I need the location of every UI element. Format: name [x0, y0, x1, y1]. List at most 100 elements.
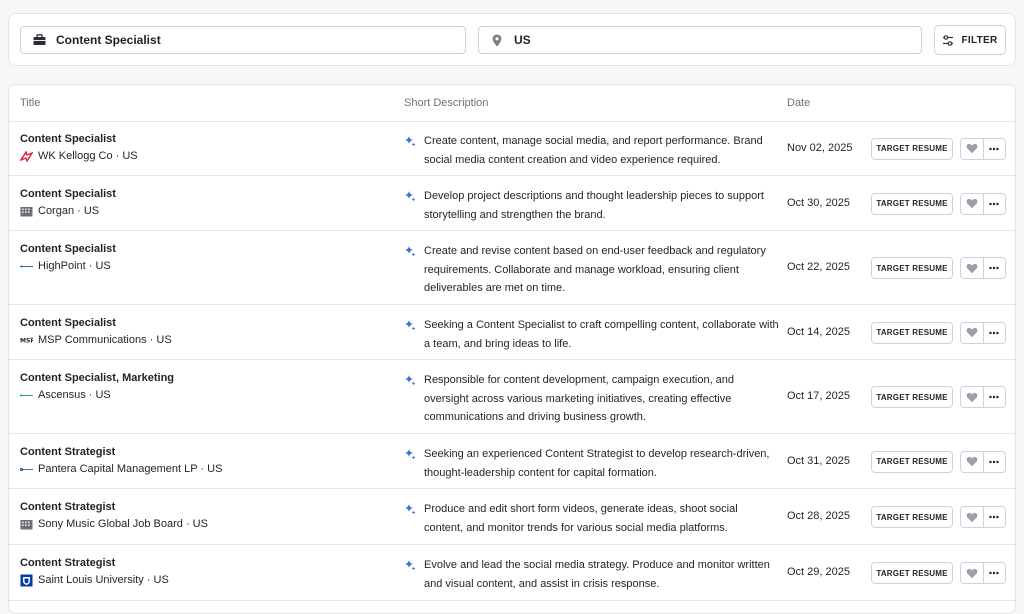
company-line: Ascensus · US [20, 389, 111, 401]
short-description: Develop project descriptions and thought… [424, 190, 764, 221]
briefcase-icon [32, 33, 46, 47]
target-resume-button[interactable]: TARGET RESUME [871, 506, 953, 528]
table-row[interactable]: Content Specialist HighPoint · US Create a… [9, 231, 1015, 305]
target-resume-button[interactable]: TARGET RESUME [871, 257, 953, 279]
job-title[interactable]: Content Specialist [20, 188, 116, 200]
heart-icon[interactable] [961, 138, 984, 159]
table-row[interactable]: Content Strategist Saint Louis University… [9, 545, 1015, 601]
heart-icon[interactable] [961, 387, 984, 407]
slu-logo [20, 574, 33, 586]
table-row[interactable]: Content Specialist, Marketing Ascensus · … [9, 360, 1015, 434]
posted-date: Oct 14, 2025 [787, 325, 850, 338]
header-date: Date [787, 97, 811, 109]
posted-date: Oct 31, 2025 [787, 454, 850, 467]
filter-button[interactable]: FILTER [934, 25, 1006, 55]
msp-logo: MSP [20, 335, 33, 346]
row-actions [960, 562, 1006, 584]
company-line: Pantera Capital Management LP · US [20, 463, 222, 475]
company-line: WK Kellogg Co · US [20, 150, 138, 162]
job-title[interactable]: Content Specialist, Marketing [20, 372, 174, 384]
company-line: Saint Louis University · US [20, 574, 169, 586]
ai-sparkle-icon [404, 447, 416, 460]
company-name: Pantera Capital Management LP · US [38, 463, 223, 475]
table-row[interactable]: Content Specialist Corgan · US Develop pro… [9, 176, 1015, 231]
job-title[interactable]: Content Strategist [20, 501, 115, 513]
short-description: Produce and edit short form videos, gene… [424, 503, 738, 534]
ai-sparkle-icon [404, 373, 416, 386]
posted-date: Oct 28, 2025 [787, 510, 850, 522]
job-title-input[interactable] [56, 33, 412, 47]
more-options-icon[interactable] [984, 387, 1006, 407]
more-options-icon[interactable] [984, 139, 1006, 159]
location-pin-icon [490, 33, 504, 47]
row-actions [960, 450, 1006, 473]
table-header: Title Short Description Date [9, 85, 1015, 122]
posted-date: Oct 29, 2025 [787, 566, 850, 578]
company-name: Ascensus · US [38, 389, 111, 401]
ai-sparkle-icon [404, 558, 416, 571]
company-line: HighPoint · US [20, 260, 111, 272]
sliders-icon [942, 34, 954, 46]
job-title-field[interactable] [20, 26, 466, 54]
heart-icon[interactable] [961, 451, 984, 472]
target-resume-button[interactable]: TARGET RESUME [871, 192, 953, 215]
header-title: Title [20, 97, 41, 109]
heart-icon[interactable] [961, 258, 984, 278]
ascensus-logo [20, 390, 33, 401]
row-actions [960, 321, 1006, 344]
highpoint-logo [20, 261, 33, 272]
company-name: WK Kellogg Co · US [38, 150, 138, 162]
target-resume-button[interactable]: TARGET RESUME [871, 137, 953, 160]
ai-sparkle-icon [404, 502, 416, 515]
short-description: Responsible for content development, cam… [424, 374, 735, 423]
more-options-icon[interactable] [984, 507, 1006, 527]
more-options-icon[interactable] [984, 258, 1006, 278]
company-line: Sony Music Global Job Board · US [20, 518, 208, 530]
header-description: Short Description [404, 97, 489, 109]
short-description: Evolve and lead the social media strateg… [424, 559, 770, 590]
job-title[interactable]: Content Specialist [20, 243, 116, 255]
location-field[interactable] [478, 26, 922, 54]
job-title[interactable]: Content Strategist [20, 446, 115, 458]
posted-date: Oct 30, 2025 [787, 196, 850, 209]
ai-sparkle-icon [404, 244, 416, 257]
job-title[interactable]: Content Strategist [20, 557, 115, 569]
location-input[interactable] [514, 33, 868, 47]
target-resume-button[interactable]: TARGET RESUME [871, 386, 953, 408]
heart-icon[interactable] [961, 507, 984, 527]
more-options-icon[interactable] [984, 194, 1006, 214]
short-description: Seeking a Content Specialist to craft co… [424, 319, 779, 350]
more-options-icon[interactable] [984, 452, 1006, 472]
target-resume-button[interactable]: TARGET RESUME [871, 562, 953, 584]
job-title[interactable]: Content Specialist [20, 133, 116, 145]
more-options-icon[interactable] [984, 323, 1006, 343]
table-row[interactable]: Content Specialist WK Kellogg Co · US Crea… [9, 121, 1015, 176]
table-row[interactable]: Content Strategist Sony Music Global Job … [9, 489, 1015, 545]
target-resume-button[interactable]: TARGET RESUME [871, 321, 953, 344]
results-table: Title Short Description Date Content Spe… [8, 84, 1016, 614]
company-line: Corgan · US [20, 205, 99, 217]
heart-icon[interactable] [961, 322, 984, 343]
target-resume-button[interactable]: TARGET RESUME [871, 450, 953, 473]
row-actions [960, 192, 1006, 215]
posted-date: Nov 02, 2025 [787, 141, 853, 154]
building-logo [20, 206, 33, 217]
more-options-icon[interactable] [984, 563, 1006, 583]
table-row[interactable]: Content Specialist MSP MSP Communications … [9, 305, 1015, 360]
search-bar: FILTER [8, 13, 1016, 66]
table-row[interactable]: Content Strategist Pantera Capital Manage… [9, 434, 1015, 489]
ai-sparkle-icon [404, 318, 416, 331]
heart-icon[interactable] [961, 193, 984, 214]
company-name: Saint Louis University · US [38, 574, 169, 586]
job-title[interactable]: Content Specialist [20, 317, 116, 329]
row-actions [960, 386, 1006, 408]
company-name: Corgan · US [38, 205, 100, 217]
heart-icon[interactable] [961, 563, 984, 583]
row-actions [960, 257, 1006, 279]
row-actions [960, 137, 1006, 160]
company-name: Sony Music Global Job Board · US [38, 518, 208, 530]
short-description: Create content, manage social media, and… [424, 135, 763, 166]
posted-date: Oct 22, 2025 [787, 261, 850, 273]
company-name: HighPoint · US [38, 260, 111, 272]
row-actions [960, 506, 1006, 528]
